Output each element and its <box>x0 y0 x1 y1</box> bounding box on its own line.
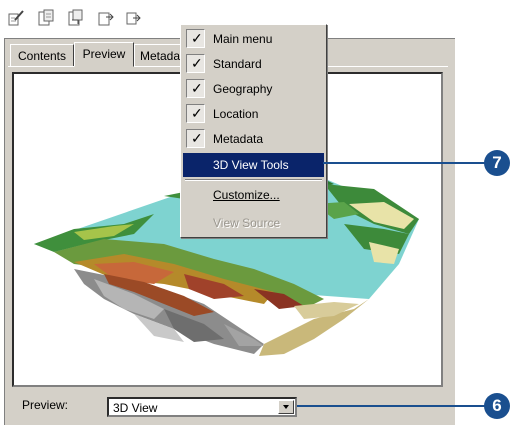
tab-contents[interactable]: Contents <box>10 44 74 66</box>
menu-item-metadata[interactable]: ✓ Metadata <box>183 127 324 151</box>
menu-item-customize[interactable]: Customize... <box>183 183 324 207</box>
menu-item-view-source: View Source <box>213 216 281 230</box>
menu-item-3d-view-tools[interactable]: 3D View Tools <box>183 153 324 177</box>
preview-type-value: 3D View <box>113 401 158 415</box>
check-icon: ✓ <box>186 79 205 98</box>
chevron-down-icon <box>283 405 289 409</box>
dropdown-button[interactable] <box>278 400 294 414</box>
callout-badge-6: 6 <box>484 393 510 419</box>
edit-metadata-icon[interactable] <box>6 8 26 28</box>
check-icon: ✓ <box>186 129 205 148</box>
export-icon[interactable] <box>96 8 116 28</box>
callout-badge-7: 7 <box>484 150 510 176</box>
callout-line-menu <box>323 162 485 164</box>
menu-item-geography[interactable]: ✓ Geography <box>183 77 324 101</box>
check-icon: ✓ <box>186 54 205 73</box>
callout-line-select <box>297 405 485 407</box>
preview-label: Preview: <box>22 398 69 412</box>
tab-preview[interactable]: Preview <box>74 42 134 67</box>
check-icon: ✓ <box>186 29 205 48</box>
menu-item-location[interactable]: ✓ Location <box>183 102 324 126</box>
import-icon[interactable] <box>66 8 86 28</box>
check-icon: ✓ <box>186 104 205 123</box>
properties-icon[interactable] <box>36 8 56 28</box>
toolbar <box>0 0 155 37</box>
menu-item-standard[interactable]: ✓ Standard <box>183 52 324 76</box>
create-thumbnail-icon[interactable] <box>124 8 144 28</box>
toolbar-context-menu: ✓ Main menu ✓ Standard ✓ Geography ✓ Loc… <box>180 24 327 238</box>
preview-type-select[interactable]: 3D View <box>107 397 297 417</box>
menu-separator <box>185 179 322 181</box>
menu-item-main-menu[interactable]: ✓ Main menu <box>183 27 324 51</box>
